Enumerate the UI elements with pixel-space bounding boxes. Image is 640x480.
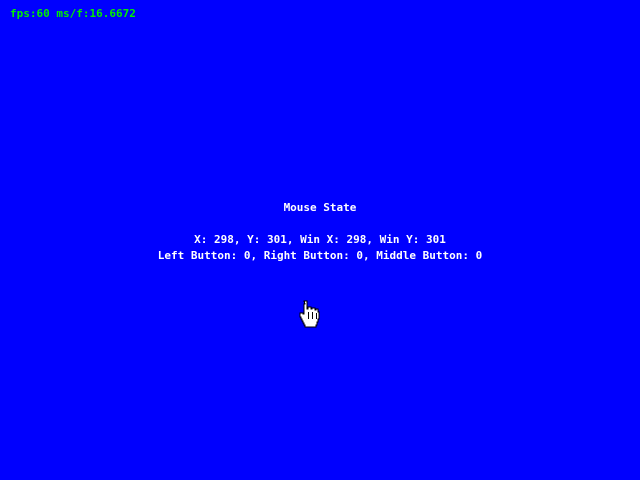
mouse-buttons-readout: Left Button: 0, Right Button: 0, Middle … — [157, 249, 483, 262]
fps-readout: fps:60 ms/f:16.6672 — [10, 7, 136, 20]
hand-pointer-icon — [298, 300, 322, 328]
mouse-state-title: Mouse State — [283, 201, 357, 214]
mouse-coordinates-readout: X: 298, Y: 301, Win X: 298, Win Y: 301 — [194, 233, 446, 246]
